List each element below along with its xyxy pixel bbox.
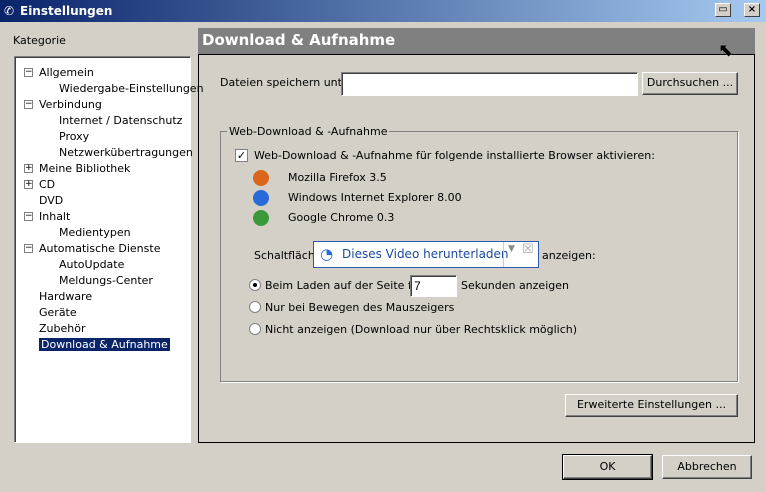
app-icon: ✆ (4, 4, 15, 18)
tree-item-label: Meldungs-Center (59, 274, 153, 287)
expander-icon[interactable]: + (24, 164, 33, 173)
firefox-icon (253, 170, 269, 186)
save-path-label: Dateien speichern unter: (220, 76, 357, 89)
button-prefix-label: Schaltfläche (254, 249, 322, 262)
radio-mouseover[interactable] (249, 301, 261, 313)
category-tree[interactable]: Allgemein − Wiedergabe-Einstellungen Verbin… (14, 56, 204, 443)
expander-icon[interactable]: − (24, 68, 33, 77)
page-title: Download & Aufnahme (198, 28, 755, 54)
tree-item[interactable]: Download & Aufnahme (38, 337, 171, 353)
browser-name: Google Chrome 0.3 (288, 211, 395, 224)
tree-item-label: DVD (39, 194, 64, 207)
radio-on-load-label: Beim Laden auf der Seite für (265, 279, 424, 292)
expander-icon[interactable]: + (24, 180, 33, 189)
chrome-icon (253, 210, 269, 226)
tree-item[interactable]: Medientypen (59, 225, 131, 241)
close-button[interactable]: × (744, 3, 760, 17)
tree-item-label: Download & Aufnahme (38, 337, 171, 352)
tree-item[interactable]: Automatische Dienste (39, 241, 160, 257)
browser-name: Mozilla Firefox 3.5 (288, 171, 387, 184)
tree-item-label: Wiedergabe-Einstellungen (59, 82, 204, 95)
tree-item-label: Netzwerkübertragungen (59, 146, 193, 159)
tree-item[interactable]: Zubehör (39, 321, 85, 337)
enable-checkbox[interactable]: ✓ (235, 149, 248, 162)
tree-item-label: AutoUpdate (59, 258, 125, 271)
tree-item[interactable]: Meine Bibliothek (39, 161, 130, 177)
radio-never[interactable] (249, 323, 261, 335)
divider (503, 242, 504, 267)
save-path-input[interactable] (341, 72, 638, 96)
tree-item-label: Medientypen (59, 226, 131, 239)
tree-item-label: CD (39, 178, 56, 191)
tree-item[interactable]: Verbindung (39, 97, 102, 113)
tree-item[interactable]: DVD (39, 193, 63, 209)
tree-item-label: Verbindung (39, 98, 102, 111)
category-label: Kategorie (13, 34, 66, 47)
tree-item-label: Hardware (39, 290, 93, 303)
tree-item-label: Inhalt (39, 210, 71, 223)
mouse-cursor-icon: ⬉ (718, 40, 734, 61)
download-button-preview: ◔ Dieses Video herunterladen ▼ ☒ (313, 241, 539, 268)
tree-item[interactable]: AutoUpdate (59, 257, 124, 273)
browser-name: Windows Internet Explorer 8.00 (288, 191, 462, 204)
speech-bubble-icon: ◔ (320, 245, 334, 263)
tree-item-label: Internet / Datenschutz (59, 114, 183, 127)
cancel-button[interactable]: Abbrechen (662, 455, 752, 479)
restore-button[interactable]: ▭ (715, 3, 731, 17)
button-preview-text: Dieses Video herunterladen (342, 247, 509, 261)
close-icon: ☒ (522, 242, 534, 257)
tree-item-label: Geräte (39, 306, 77, 319)
radio-mouseover-label: Nur bei Bewegen des Mauszeigers (265, 301, 455, 314)
tree-item[interactable]: Wiedergabe-Einstellungen (59, 81, 204, 97)
expander-icon[interactable]: − (24, 100, 33, 109)
ie-icon (253, 190, 269, 206)
button-suffix-label: anzeigen: (542, 249, 596, 262)
title-bar: ✆ Einstellungen ▭ × (0, 0, 766, 22)
tree-item[interactable]: Inhalt (39, 209, 70, 225)
tree-item[interactable]: Netzwerkübertragungen (59, 145, 193, 161)
tree-item-label: Meine Bibliothek (39, 162, 131, 175)
seconds-label: Sekunden anzeigen (461, 279, 569, 292)
expander-icon[interactable]: − (24, 212, 33, 221)
tree-item[interactable]: Allgemein (39, 65, 94, 81)
tree-item-label: Allgemein (39, 66, 94, 79)
tree-item[interactable]: CD (39, 177, 55, 193)
seconds-input[interactable] (410, 275, 457, 297)
group-legend: Web-Download & -Aufnahme (227, 125, 390, 138)
expander-icon[interactable]: − (24, 244, 33, 253)
dropdown-arrow-icon: ▼ (508, 244, 515, 254)
advanced-settings-button[interactable]: Erweiterte Einstellungen ... (565, 394, 738, 417)
radio-never-label: Nicht anzeigen (Download nur über Rechts… (265, 323, 578, 336)
tree-item[interactable]: Proxy (59, 129, 89, 145)
window-title: Einstellungen (20, 4, 113, 18)
tree-item[interactable]: Hardware (39, 289, 92, 305)
ok-button[interactable]: OK (562, 454, 653, 480)
radio-on-load[interactable] (249, 279, 261, 291)
enable-label: Web-Download & -Aufnahme für folgende in… (254, 149, 655, 162)
tree-item-label: Zubehör (39, 322, 86, 335)
tree-item[interactable]: Geräte (39, 305, 77, 321)
tree-item[interactable]: Meldungs-Center (59, 273, 153, 289)
tree-item-label: Automatische Dienste (39, 242, 161, 255)
tree-item[interactable]: Internet / Datenschutz (59, 113, 182, 129)
tree-item-label: Proxy (59, 130, 90, 143)
browse-button[interactable]: Durchsuchen ... (642, 72, 738, 95)
